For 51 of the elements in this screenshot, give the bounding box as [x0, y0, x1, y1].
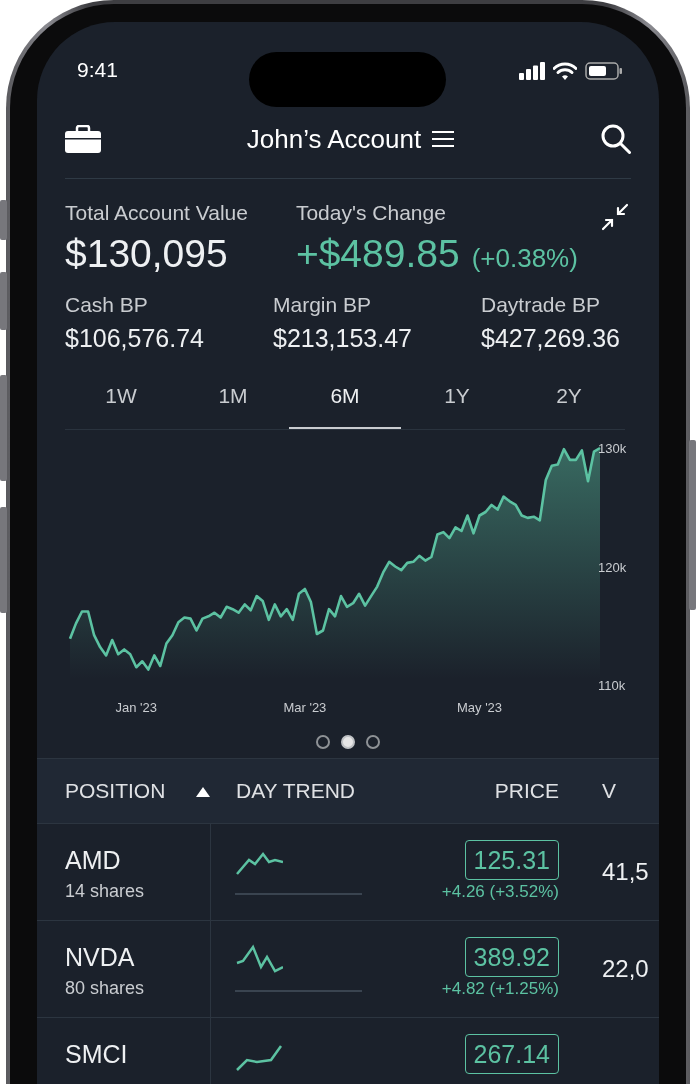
total-label: Total Account Value — [65, 201, 248, 225]
menu-icon[interactable] — [431, 130, 456, 148]
column-header[interactable]: V — [602, 779, 616, 803]
position-symbol: SMCI — [65, 1040, 129, 1069]
search-icon[interactable] — [601, 124, 631, 154]
range-tab[interactable]: 1M — [177, 369, 289, 429]
bp-value: $213,153.47 — [273, 323, 414, 353]
bp-label: Daytrade BP — [481, 293, 602, 317]
page-dot[interactable] — [341, 735, 355, 749]
axis-label: Mar '23 — [283, 700, 327, 715]
page-dot[interactable] — [366, 735, 380, 749]
account-title[interactable]: John’s Account — [246, 123, 422, 155]
range-tab[interactable]: 1W — [65, 369, 177, 429]
sort-arrow-icon[interactable] — [195, 785, 211, 797]
total-value: $130,095 — [65, 231, 229, 277]
column-header[interactable]: POSITION — [65, 779, 166, 803]
axis-label: 120k — [598, 559, 627, 575]
volume-value: 41,5 — [602, 858, 649, 885]
axis-label: Jan '23 — [115, 700, 157, 715]
status-time: 9:41 — [77, 58, 118, 82]
bp-label: Margin BP — [273, 293, 373, 317]
axis-label: 130k — [598, 441, 627, 456]
share-count: 14 shares — [65, 881, 146, 902]
price-badge[interactable]: 267.14 — [464, 1034, 559, 1074]
range-tab[interactable]: 1Y — [401, 369, 513, 429]
price-change: +4.26 (+3.52%) — [441, 882, 559, 902]
axis-label: May '23 — [457, 700, 503, 715]
signal-icon — [519, 62, 545, 80]
range-tab[interactable]: 6M — [289, 369, 401, 429]
volume-value: 22,0 — [602, 955, 649, 982]
briefcase-icon[interactable] — [65, 125, 101, 153]
range-tab[interactable]: 2Y — [513, 369, 625, 429]
price-change: +4.82 (+1.25%) — [441, 979, 559, 999]
price-badge[interactable]: 125.31 — [464, 840, 559, 880]
bp-value: $106,576.74 — [65, 323, 206, 353]
change-percent: (+0.38%) — [471, 243, 578, 274]
column-header[interactable]: PRICE — [494, 779, 559, 803]
bp-value: $427,269.36 — [481, 323, 622, 353]
position-symbol: AMD — [65, 846, 122, 875]
column-header[interactable]: DAY TREND — [236, 779, 356, 803]
wifi-icon — [553, 62, 577, 80]
price-badge[interactable]: 389.92 — [464, 937, 559, 977]
share-count: 80 shares — [65, 978, 146, 999]
change-label: Today's Change — [295, 201, 447, 225]
change-value: +$489.85 — [295, 231, 460, 277]
collapse-icon[interactable] — [601, 203, 629, 231]
page-dot[interactable] — [316, 735, 330, 749]
axis-label: 110k — [598, 678, 626, 693]
battery-icon — [585, 62, 623, 80]
bp-label: Cash BP — [65, 293, 149, 317]
position-symbol: NVDA — [65, 943, 136, 972]
